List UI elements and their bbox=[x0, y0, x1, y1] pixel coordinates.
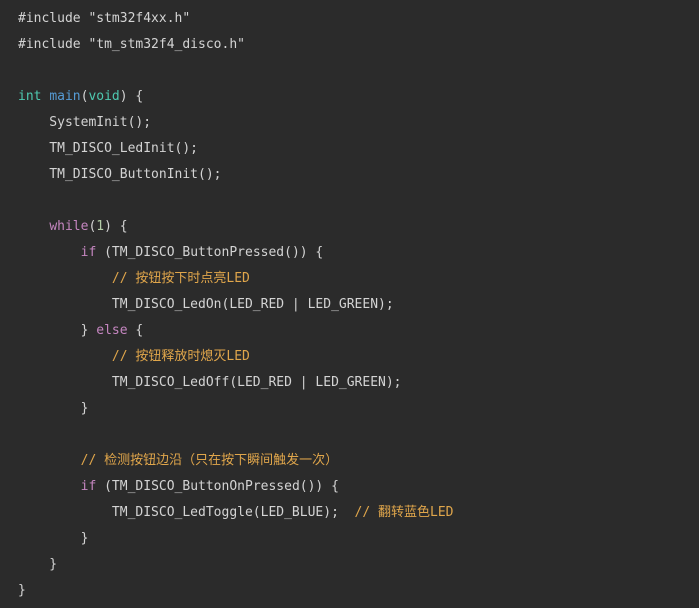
code-line: #include "stm32f4xx.h" bbox=[18, 6, 699, 32]
code-line: } bbox=[18, 526, 699, 552]
code-line: } bbox=[18, 552, 699, 578]
code-line: // 按钮释放时熄灭LED bbox=[18, 344, 699, 370]
code-line: int main(void) { bbox=[18, 84, 699, 110]
code-line: SystemInit(); bbox=[18, 110, 699, 136]
code-token: } bbox=[18, 557, 58, 572]
code-line: } bbox=[18, 578, 699, 604]
code-token: main bbox=[49, 89, 81, 104]
code-token: ) { bbox=[104, 219, 128, 234]
code-token: #include "stm32f4xx.h" bbox=[18, 11, 191, 26]
code-token: (TM_DISCO_ButtonPressed()) { bbox=[96, 245, 324, 260]
code-token: TM_DISCO_LedToggle(LED_BLUE); bbox=[18, 505, 355, 520]
code-token: // 翻转蓝色LED bbox=[354, 505, 454, 520]
code-line: } bbox=[18, 396, 699, 422]
code-line: TM_DISCO_LedOff(LED_RED | LED_GREEN); bbox=[18, 370, 699, 396]
code-token: (TM_DISCO_ButtonOnPressed()) { bbox=[96, 479, 339, 494]
code-token: } bbox=[18, 531, 89, 546]
code-token: } bbox=[18, 323, 97, 338]
code-line: if (TM_DISCO_ButtonPressed()) { bbox=[18, 240, 699, 266]
code-token: // 检测按钮边沿（只在按下瞬间触发一次） bbox=[80, 453, 339, 468]
code-token: #include "tm_stm32f4_disco.h" bbox=[18, 37, 245, 52]
code-token: // 按钮释放时熄灭LED bbox=[111, 349, 250, 364]
code-token: // 按钮按下时点亮LED bbox=[111, 271, 250, 286]
code-token: else bbox=[96, 323, 128, 338]
code-line: #include "tm_stm32f4_disco.h" bbox=[18, 32, 699, 58]
code-token: if bbox=[80, 479, 97, 494]
code-token: void bbox=[88, 89, 120, 104]
code-line: TM_DISCO_LedToggle(LED_BLUE); // 翻转蓝色LED bbox=[18, 500, 699, 526]
code-token: } bbox=[18, 583, 26, 598]
code-line: TM_DISCO_LedOn(LED_RED | LED_GREEN); bbox=[18, 292, 699, 318]
code-line: } else { bbox=[18, 318, 699, 344]
code-token: TM_DISCO_LedInit(); bbox=[18, 141, 199, 156]
code-token: } bbox=[18, 401, 89, 416]
code-token: while bbox=[49, 219, 89, 234]
code-line: // 检测按钮边沿（只在按下瞬间触发一次） bbox=[18, 448, 699, 474]
code-token: TM_DISCO_ButtonInit(); bbox=[18, 167, 222, 182]
code-token: { bbox=[127, 323, 144, 338]
code-line: TM_DISCO_ButtonInit(); bbox=[18, 162, 699, 188]
code-token: SystemInit(); bbox=[18, 115, 152, 130]
code-token: if bbox=[80, 245, 97, 260]
code-line: while(1) { bbox=[18, 214, 699, 240]
code-token: TM_DISCO_LedOn(LED_RED | LED_GREEN); bbox=[18, 297, 394, 312]
code-line: // 按钮按下时点亮LED bbox=[18, 266, 699, 292]
code-line: TM_DISCO_LedInit(); bbox=[18, 136, 699, 162]
code-token: ) { bbox=[119, 89, 144, 104]
code-token: int bbox=[18, 89, 42, 104]
code-line: if (TM_DISCO_ButtonOnPressed()) { bbox=[18, 474, 699, 500]
code-editor[interactable]: #include "stm32f4xx.h" #include "tm_stm32… bbox=[0, 0, 699, 608]
code-token: TM_DISCO_LedOff(LED_RED | LED_GREEN); bbox=[18, 375, 402, 390]
code-token: 1 bbox=[96, 219, 105, 234]
